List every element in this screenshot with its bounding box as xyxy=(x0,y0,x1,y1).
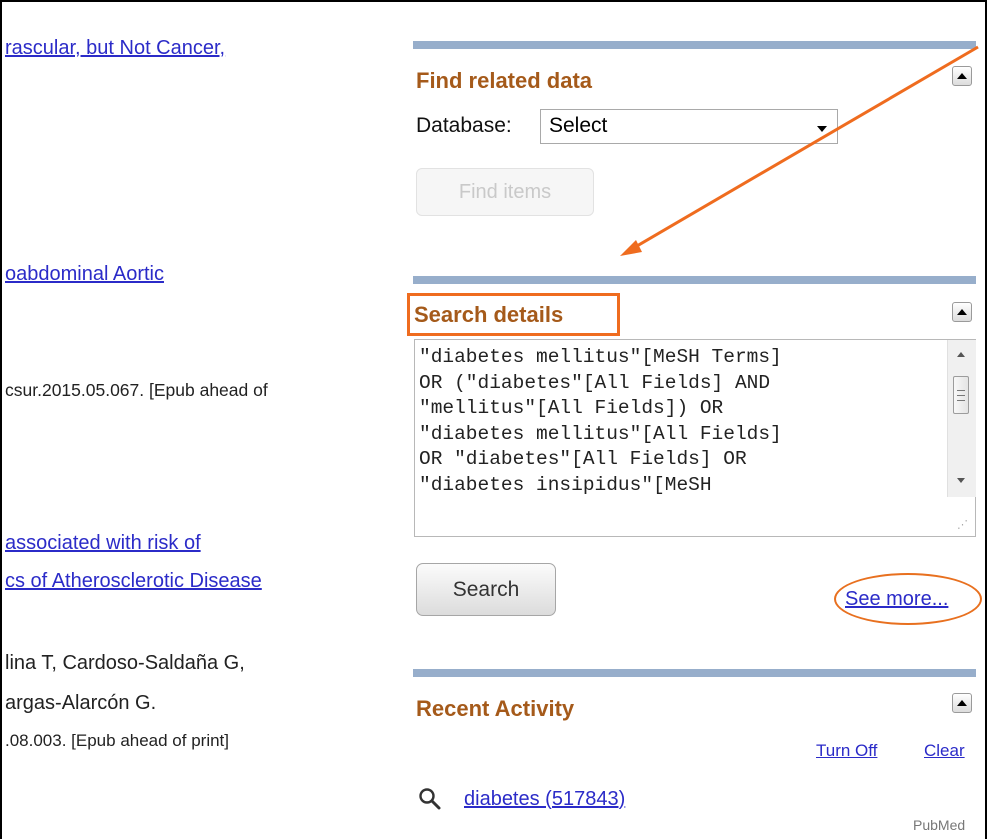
annotation-arrow-icon xyxy=(620,45,979,256)
